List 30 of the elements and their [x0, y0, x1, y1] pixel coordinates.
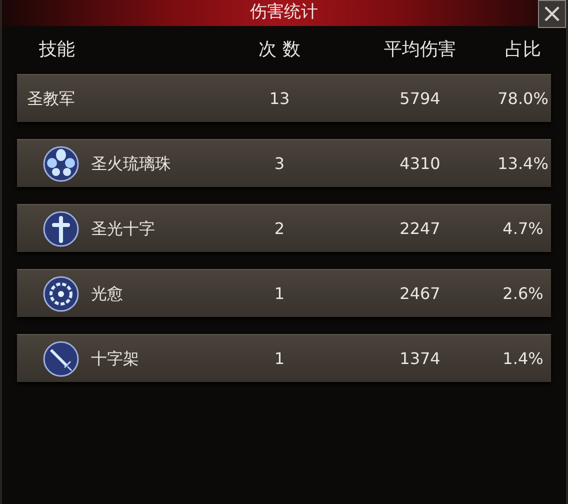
- damage-share: 4.7%: [502, 218, 544, 238]
- column-header: 占比: [505, 38, 541, 62]
- average-damage: 5794: [400, 88, 440, 108]
- skill-name: 十字架: [91, 348, 139, 370]
- hit-count: 2: [274, 218, 285, 238]
- average-damage: 4310: [400, 154, 440, 172]
- ring-icon: [41, 274, 81, 314]
- skill-name: 圣火琉璃珠: [91, 152, 171, 174]
- damage-share: 2.6%: [502, 284, 544, 302]
- average-damage: 1374: [400, 348, 440, 368]
- hit-count: 1: [274, 348, 285, 368]
- column-header: 平均伤害: [384, 38, 456, 62]
- cross-icon: [41, 208, 81, 248]
- close-button[interactable]: ×: [538, 0, 566, 28]
- skill-name: 圣教军: [27, 88, 75, 110]
- average-damage: 2467: [400, 284, 440, 302]
- hit-count: 3: [274, 154, 285, 172]
- sword-icon: [41, 338, 81, 378]
- hit-count: 1: [274, 284, 285, 302]
- column-header: 技能: [39, 38, 75, 62]
- damage-share: 13.4%: [498, 154, 548, 172]
- hit-count: 13: [269, 88, 290, 108]
- window-title: 伤害统计: [250, 1, 318, 24]
- column-header: 次 数: [258, 38, 300, 62]
- damage-share: 78.0%: [498, 88, 548, 108]
- average-damage: 2247: [400, 218, 440, 238]
- damage-share: 1.4%: [502, 348, 544, 368]
- skill-name: 光愈: [91, 282, 123, 304]
- orbs-icon: [41, 144, 81, 184]
- skill-name: 圣光十字: [91, 218, 155, 240]
